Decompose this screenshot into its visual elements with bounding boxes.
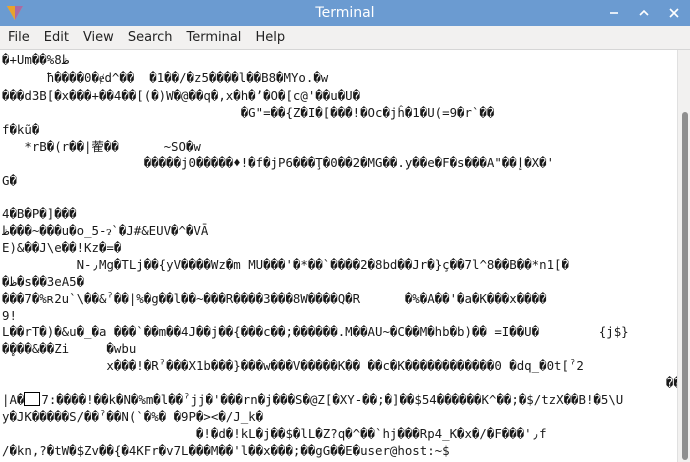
menu-file[interactable]: File	[2, 26, 36, 50]
close-icon	[669, 8, 679, 18]
terminal-line: ���7�%ʀ2u`\��&ˀ��|%�g��l��~���R����3���8…	[2, 291, 547, 306]
terminal-line: f�kũ�	[2, 122, 40, 137]
terminal-prompt-line: /�kn,?�tW�$Zv��{�4KFr�v7L���M��'l��x���;…	[2, 443, 450, 458]
terminal-line: N-٫Mg�TLj��{yV����Wz�m MU���'�*��`����2�…	[2, 257, 569, 272]
terminal-line: ħ����0�ɇd^�� �1��/�z5����l��B8�MYo.�w	[2, 70, 329, 85]
text-cursor	[24, 392, 41, 406]
menu-search[interactable]: Search	[122, 26, 179, 50]
terminal-line: G�	[2, 173, 17, 188]
minimize-button[interactable]	[604, 3, 624, 23]
window-title: Terminal	[315, 5, 375, 21]
terminal-line: 9!	[2, 308, 17, 323]
terminal-line-rest: 7:����!��k�N�%m�l��ˀjj�'���rn�j���S�@Z[�…	[41, 392, 624, 407]
terminal-output[interactable]: �+Um��%8ظ ħ����0�ɇd^�� �1��/�z5����l��B8…	[0, 50, 677, 462]
terminal-line: �����j0�����♦!�f�jP6���Ţ�0��2�MG��.y��e�…	[2, 155, 555, 170]
menu-edit[interactable]: Edit	[38, 26, 75, 50]
title-bar[interactable]: Terminal	[0, 0, 690, 26]
maximize-button[interactable]	[634, 3, 654, 23]
terminal-line-start: |A�	[2, 392, 25, 407]
menu-terminal[interactable]: Terminal	[180, 26, 247, 50]
menu-view[interactable]: View	[77, 26, 120, 50]
terminal-line: �̥���&��Zi �wbu	[2, 341, 137, 356]
close-button[interactable]	[664, 3, 684, 23]
terminal-line: ظ���~���u�o_5-ɂ`�J#&EUV�^�VĀ	[2, 223, 209, 238]
terminal-line: y�JK�����S/��ˀ��N(`�%� �9P�><�/J_k�	[2, 409, 264, 424]
minimize-icon	[610, 12, 618, 14]
terminal-line: ���d3B[�x���+��4��[(�)W�@��q�,x�h�’�O�[c…	[2, 88, 361, 103]
menu-bar: File Edit View Search Terminal Help	[0, 26, 690, 50]
scrollbar-thumb[interactable]	[682, 112, 688, 460]
maximize-icon	[639, 9, 649, 16]
terminal-line: �!�d�!kL�j��$�lL�Z?q�^��`hj���Rp4_K�x�/�…	[2, 426, 547, 441]
terminal-line: �ظ�s��3eA5�	[2, 274, 85, 289]
terminal-app-icon	[7, 6, 23, 20]
terminal-line: 4�B�P�]���	[2, 206, 77, 221]
vertical-scrollbar[interactable]	[677, 50, 690, 462]
terminal-line: �+Um��%8ظ	[2, 52, 70, 67]
terminal-line: |A� 7:����!��k�N�%m�l��ˀjj�'���rn�j���S�@…	[2, 392, 623, 407]
terminal-line: �G"=��{Z�I�[���ً!�Oc�jĥ�1�U(=9�r`��	[2, 105, 495, 120]
terminal-line: *rB�(r��|蒮�� ~SO�w	[2, 139, 201, 154]
terminal-line: x���!�Rˀ���X1b���}���w���V�����K�� ��c�K…	[2, 358, 584, 373]
terminal-line: ��	[2, 375, 677, 390]
terminal-line: L��rT�)�&u�_�a ���`��m��4J��j��{���c��;�…	[2, 324, 629, 339]
menu-help[interactable]: Help	[249, 26, 291, 50]
terminal-line: E)&��J\e��!Kz�=�	[2, 240, 122, 255]
